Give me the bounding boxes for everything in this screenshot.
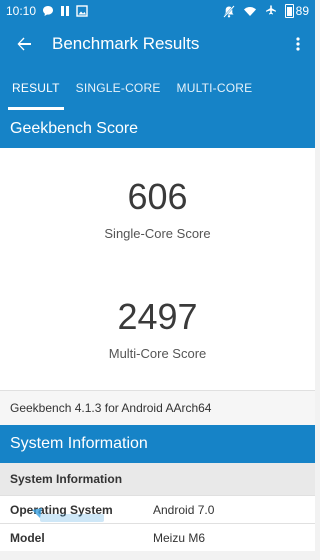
info-row-operating-system: Operating System Android 7.0 (0, 495, 315, 523)
system-information-subheader: System Information (0, 463, 315, 495)
geekbench-version: Geekbench 4.1.3 for Android AArch64 (0, 390, 315, 425)
info-key: Operating System (10, 502, 113, 517)
geekbench-score-header: Geekbench Score (0, 110, 315, 148)
pause-icon (60, 5, 70, 17)
page-title: Benchmark Results (52, 34, 200, 53)
battery-icon (284, 4, 294, 18)
tab-bar: RESULT SINGLE-CORE MULTI-CORE (0, 66, 315, 110)
status-right: 89 (222, 4, 309, 18)
airplane-icon (265, 5, 277, 17)
tab-result[interactable]: RESULT (4, 66, 68, 110)
tab-multi-core[interactable]: MULTI-CORE (169, 66, 261, 110)
info-value: Android 7.0 (153, 502, 215, 517)
multi-core-score-value: 2497 (117, 296, 198, 337)
notifications-off-icon (222, 4, 235, 18)
overflow-menu-icon[interactable] (289, 32, 307, 56)
status-bar: 10:10 89 (0, 0, 315, 22)
info-key: Model (10, 530, 45, 545)
tab-single-core[interactable]: SINGLE-CORE (68, 66, 169, 110)
chat-notification-icon (42, 5, 54, 17)
score-card: 606 Single-Core Score 2497 Multi-Core Sc… (0, 148, 315, 390)
multi-core-score-label: Multi-Core Score (108, 346, 207, 361)
back-arrow-icon[interactable] (12, 32, 36, 56)
battery-indicator: 89 (284, 4, 309, 18)
single-core-score-label: Single-Core Score (104, 226, 211, 241)
wifi-icon (243, 5, 257, 17)
info-row-model: Model Meizu M6 (0, 523, 315, 551)
system-information-header: System Information (0, 425, 315, 463)
single-core-score-value: 606 (127, 176, 188, 217)
status-time: 10:10 (6, 4, 37, 18)
status-left: 10:10 (6, 4, 88, 18)
battery-level: 89 (295, 4, 309, 18)
app-bar: Benchmark Results (0, 22, 315, 66)
image-notification-icon (76, 5, 88, 17)
info-value: Meizu M6 (153, 530, 206, 545)
